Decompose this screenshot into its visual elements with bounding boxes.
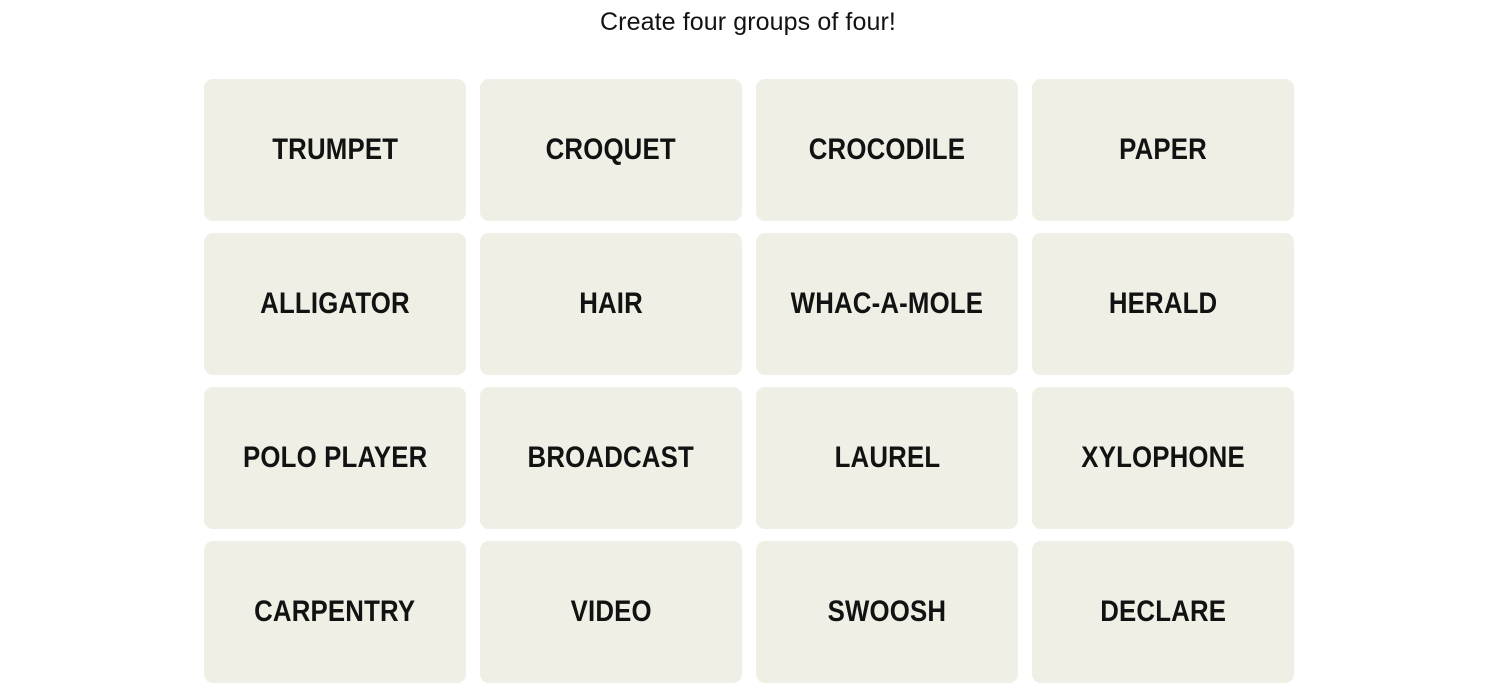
word-tile[interactable]: ALLIGATOR [204,233,466,375]
word-tile-label: XYLOPHONE [1081,441,1245,474]
word-tile-label: CROQUET [545,133,677,166]
word-tile[interactable]: BROADCAST [480,387,742,529]
word-tile[interactable]: VIDEO [480,541,742,683]
word-tile-label: VIDEO [570,595,652,628]
word-tile[interactable]: TRUMPET [204,79,466,221]
word-tile[interactable]: PAPER [1032,79,1294,221]
word-tile-label: WHAC-A-MOLE [790,287,984,320]
word-tile-label: HAIR [579,287,643,320]
word-tile[interactable]: WHAC-A-MOLE [756,233,1018,375]
word-tile[interactable]: CROQUET [480,79,742,221]
word-tile-label: ALLIGATOR [260,287,410,320]
puzzle-grid: TRUMPET CROQUET CROCODILE PAPER ALLIGATO… [204,79,1296,683]
word-tile[interactable]: SWOOSH [756,541,1018,683]
word-tile-label: PAPER [1119,133,1207,166]
connections-game-page: Create four groups of four! TRUMPET CROQ… [0,0,1496,687]
word-tile-label: SWOOSH [827,595,947,628]
word-tile-label: DECLARE [1100,595,1226,628]
word-tile-label: CROCODILE [808,133,966,166]
word-tile[interactable]: LAUREL [756,387,1018,529]
word-tile[interactable]: POLO PLAYER [204,387,466,529]
word-tile-label: BROADCAST [527,441,695,474]
word-tile-label: CARPENTRY [254,595,416,628]
word-tile[interactable]: HERALD [1032,233,1294,375]
word-tile-label: POLO PLAYER [242,441,428,474]
word-tile-label: TRUMPET [272,133,398,166]
word-tile[interactable]: CARPENTRY [204,541,466,683]
word-tile[interactable]: CROCODILE [756,79,1018,221]
page-title: Create four groups of four! [600,8,896,36]
word-tile[interactable]: DECLARE [1032,541,1294,683]
word-tile[interactable]: HAIR [480,233,742,375]
word-tile-label: LAUREL [834,441,940,474]
word-tile-label: HERALD [1108,287,1218,320]
word-tile[interactable]: XYLOPHONE [1032,387,1294,529]
